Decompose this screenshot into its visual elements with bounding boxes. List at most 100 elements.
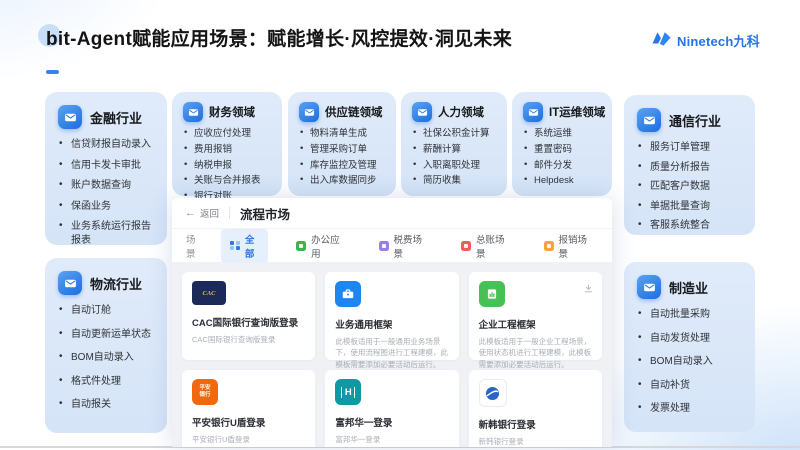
scenario-item: 入职离职处理 bbox=[412, 160, 499, 173]
scenario-card-header: 人力领域 bbox=[412, 102, 499, 122]
fubon-bank-logo-icon: H bbox=[335, 379, 361, 405]
scenario-card-logistics: 物流行业 自动订舱 自动更新运单状态 BOM自动录入 格式件处理 自动报关 bbox=[45, 258, 167, 433]
scenario-item: 自动发货处理 bbox=[637, 332, 745, 346]
market-card-desc: 新韩银行登录 bbox=[479, 436, 592, 447]
brand-logo: Ninetech九科 bbox=[651, 30, 760, 51]
mail-icon bbox=[637, 108, 661, 132]
scenario-item: 系统运维 bbox=[523, 128, 604, 141]
market-card-title: 企业工程框架 bbox=[479, 317, 592, 331]
scene-filter-bar: 场景 全部 办公应用 税费场景 总账场景 报销场景 bbox=[172, 229, 612, 262]
scenario-item-list: 系统运维 重置密码 邮件分发 Helpdesk bbox=[523, 128, 604, 188]
scenario-card-header: IT运维领域 bbox=[523, 102, 604, 122]
scenario-item: 匹配客户数据 bbox=[637, 180, 745, 194]
header-divider bbox=[229, 207, 230, 219]
scenario-card-title: 制造业 bbox=[669, 278, 708, 297]
market-card-grid: CAC CAC国际银行查询版登录 CAC国际银行查询版登录 业务通用框架 此模板… bbox=[172, 262, 612, 447]
scenario-item-list: 社保公积金计算 薪酬计算 入职离职处理 简历收集 bbox=[412, 128, 499, 188]
market-card-desc: 平安银行U盾登录 bbox=[192, 434, 305, 445]
scenario-card-header: 金融行业 bbox=[58, 105, 157, 129]
scenario-item: 库存监控及管理 bbox=[299, 160, 388, 173]
scenario-card-header: 制造业 bbox=[637, 275, 745, 299]
office-apps-icon bbox=[296, 241, 306, 251]
tab-office-apps[interactable]: 办公应用 bbox=[287, 229, 350, 263]
fubon-logo-text: H bbox=[341, 387, 355, 398]
market-card-title: 富邦华一登录 bbox=[335, 415, 448, 429]
scenario-item: 自动报关 bbox=[58, 398, 157, 412]
market-card-cac-login[interactable]: CAC CAC国际银行查询版登录 CAC国际银行查询版登录 bbox=[182, 272, 315, 360]
scenario-item: 应收应付处理 bbox=[183, 128, 274, 141]
scenario-item: 邮件分发 bbox=[523, 160, 604, 173]
scenario-item: 重置密码 bbox=[523, 144, 604, 157]
tab-ledger-scenes[interactable]: 总账场景 bbox=[452, 229, 515, 263]
tab-tax-scenes[interactable]: 税费场景 bbox=[370, 229, 433, 263]
scenario-item: Helpdesk bbox=[523, 175, 604, 188]
tab-expense-scenes[interactable]: 报销场景 bbox=[535, 229, 598, 263]
scenario-item-list: 应收应付处理 费用报销 纳税申报 关账与合并报表 银行对账 bbox=[183, 128, 274, 204]
scenario-card-finance-industry: 金融行业 信贷财报自动录入 信用卡发卡审批 账户数据查询 保函业务 业务系统运行… bbox=[45, 92, 167, 245]
scenario-item-list: 自动订舱 自动更新运单状态 BOM自动录入 格式件处理 自动报关 bbox=[58, 304, 157, 412]
scenario-item: 关账与合并报表 bbox=[183, 175, 274, 188]
market-card-title: CAC国际银行查询版登录 bbox=[192, 315, 305, 329]
scenario-item: 发票处理 bbox=[637, 402, 745, 416]
chart-doc-icon bbox=[479, 281, 505, 307]
market-card-fubon-login[interactable]: H 富邦华一登录 富邦华一登录 bbox=[325, 370, 458, 447]
market-card-general-framework[interactable]: 业务通用框架 此模板适用于一般通用业务场景下，使用流程图进行工程建模，此模板需要… bbox=[325, 272, 458, 360]
back-arrow-icon: ← bbox=[185, 208, 196, 219]
scenario-item: 薪酬计算 bbox=[412, 144, 499, 157]
market-title: 流程市场 bbox=[240, 204, 290, 223]
tab-label: 总账场景 bbox=[476, 232, 506, 260]
briefcase-icon bbox=[335, 281, 361, 307]
market-card-shinhan-login[interactable]: 新韩银行登录 新韩银行登录 bbox=[469, 370, 602, 447]
scenario-item: 账户数据查询 bbox=[58, 179, 157, 193]
market-card-desc: 此模板适用于一般企业工程场景，使用状态机进行工程建模，此模板需要添加必要活动后运… bbox=[479, 336, 592, 370]
scenario-card-title: IT运维领域 bbox=[549, 104, 605, 120]
scenario-item: 单据批量查询 bbox=[637, 200, 745, 214]
market-card-title: 新韩银行登录 bbox=[479, 417, 592, 431]
scenario-item: 自动更新运单状态 bbox=[58, 328, 157, 342]
download-icon[interactable] bbox=[584, 280, 593, 298]
pingan-bank-logo-icon: 平安银行 bbox=[192, 379, 218, 405]
mail-icon bbox=[299, 102, 319, 122]
brand-name: Ninetech九科 bbox=[677, 31, 760, 50]
market-card-title: 平安银行U盾登录 bbox=[192, 415, 305, 429]
market-card-desc: 富邦华一登录 bbox=[335, 434, 448, 445]
scenario-item: 自动订舱 bbox=[58, 304, 157, 318]
scenario-card-header: 物流行业 bbox=[58, 271, 157, 295]
scenario-item: 信用卡发卡审批 bbox=[58, 159, 157, 173]
scenario-card-header: 供应链领域 bbox=[299, 102, 388, 122]
market-card-title: 业务通用框架 bbox=[335, 317, 448, 331]
market-header: ← 返回 流程市场 bbox=[172, 198, 612, 229]
scenario-item: 信贷财报自动录入 bbox=[58, 138, 157, 152]
scenario-item: 费用报销 bbox=[183, 144, 274, 157]
scenario-item-list: 物料清单生成 管理采购订单 库存监控及管理 出入库数据同步 bbox=[299, 128, 388, 188]
cac-bank-logo-icon: CAC bbox=[192, 281, 226, 305]
scenario-item: 服务订单管理 bbox=[637, 141, 745, 155]
scenario-item: 客服系统整合 bbox=[637, 219, 745, 233]
back-button[interactable]: ← 返回 bbox=[185, 206, 219, 220]
tax-scenes-icon bbox=[379, 241, 389, 251]
scenario-card-title: 财务领域 bbox=[209, 104, 255, 120]
scenario-item: 格式件处理 bbox=[58, 375, 157, 389]
scenario-item: BOM自动录入 bbox=[58, 351, 157, 365]
market-card-enterprise-framework[interactable]: 企业工程框架 此模板适用于一般企业工程场景，使用状态机进行工程建模，此模板需要添… bbox=[469, 272, 602, 360]
tab-all[interactable]: 全部 bbox=[221, 229, 268, 263]
scenario-card-manufacturing: 制造业 自动批量采购 自动发货处理 BOM自动录入 自动补货 发票处理 bbox=[624, 262, 755, 432]
mail-icon bbox=[58, 105, 82, 129]
expense-scenes-icon bbox=[544, 241, 554, 251]
scenario-item: 简历收集 bbox=[412, 175, 499, 188]
grid-icon bbox=[230, 241, 240, 251]
scenario-card-title: 通信行业 bbox=[669, 111, 721, 130]
shinhan-bank-logo-icon bbox=[479, 379, 507, 407]
mail-icon bbox=[58, 271, 82, 295]
market-card-pingan-login[interactable]: 平安银行 平安银行U盾登录 平安银行U盾登录 bbox=[182, 370, 315, 447]
page-title: bit-Agent赋能应用场景：赋能增长·风控提效·洞见未来 bbox=[46, 24, 512, 51]
back-label: 返回 bbox=[200, 206, 219, 220]
scenario-card-supply-chain: 供应链领域 物料清单生成 管理采购订单 库存监控及管理 出入库数据同步 bbox=[288, 92, 396, 196]
scenario-item: 出入库数据同步 bbox=[299, 175, 388, 188]
scenario-card-title: 金融行业 bbox=[90, 108, 142, 127]
scenario-item: 纳税申报 bbox=[183, 160, 274, 173]
scenario-card-title: 物流行业 bbox=[90, 274, 142, 293]
scenario-card-hr: 人力领域 社保公积金计算 薪酬计算 入职离职处理 简历收集 bbox=[401, 92, 507, 196]
scenario-item-list: 服务订单管理 质量分析报告 匹配客户数据 单据批量查询 客服系统整合 bbox=[637, 141, 745, 233]
tab-label: 办公应用 bbox=[311, 232, 341, 260]
